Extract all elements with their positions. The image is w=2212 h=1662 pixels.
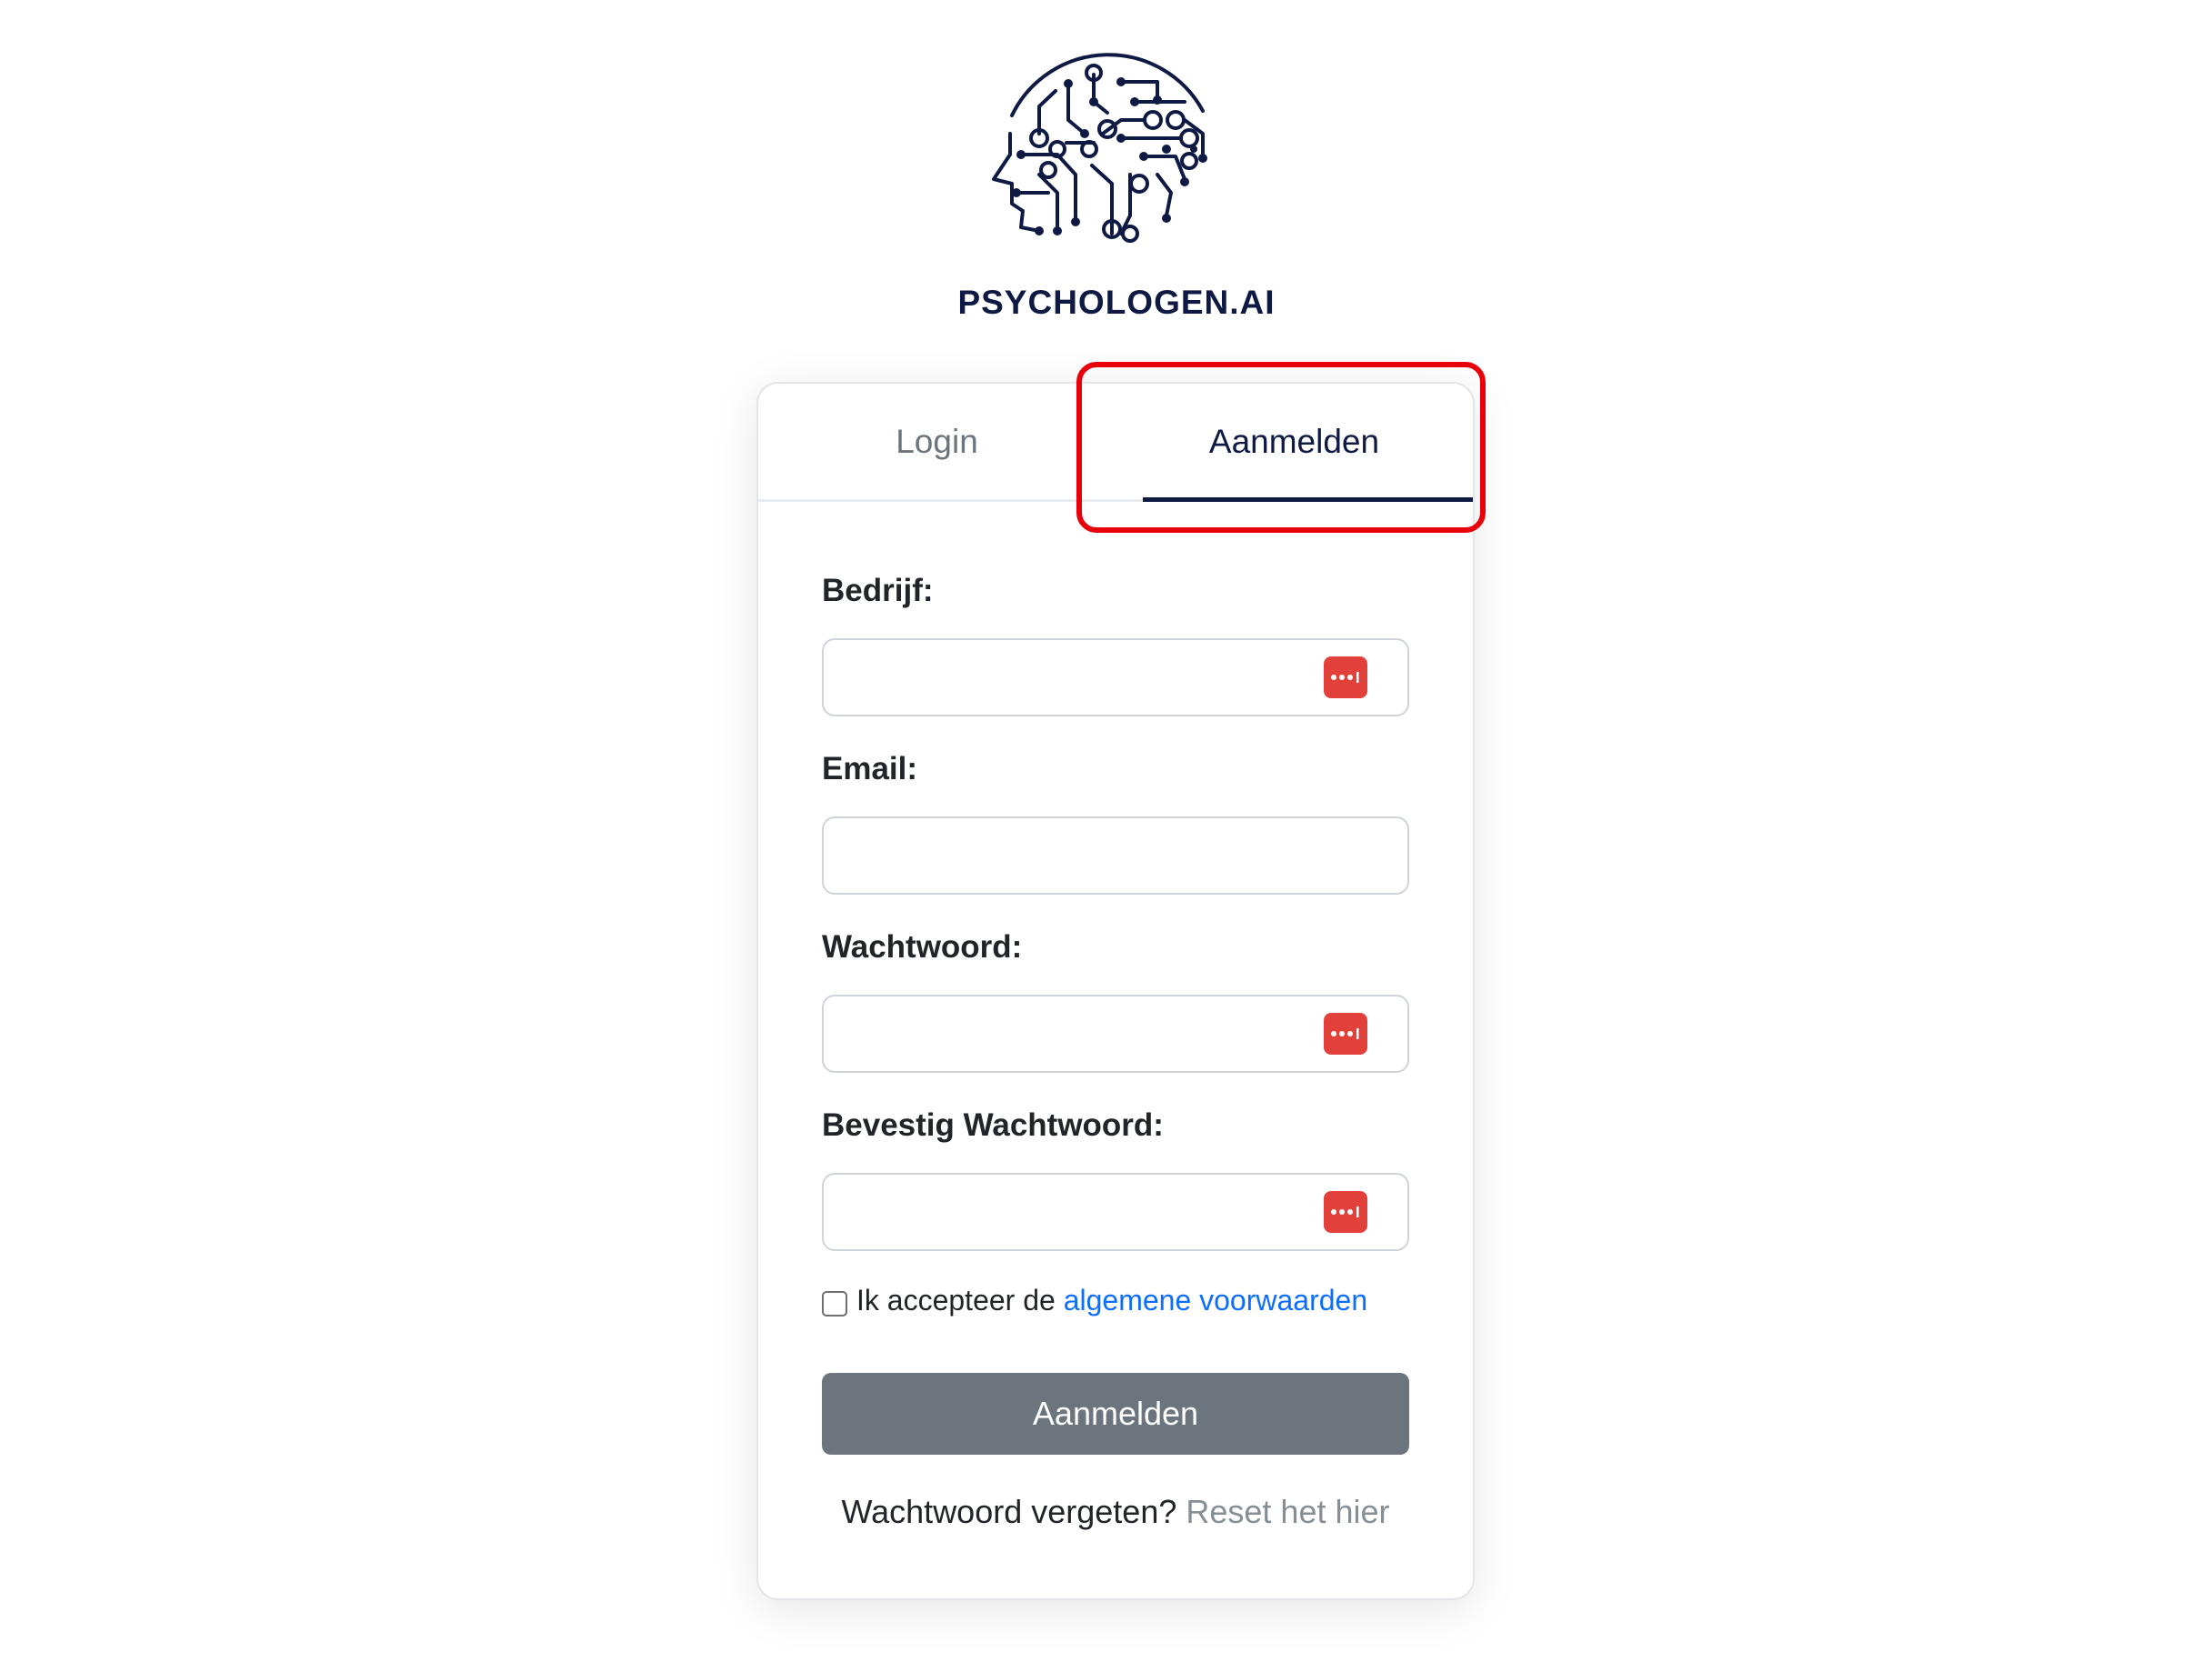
reset-password-link[interactable]: Reset het hier	[1186, 1493, 1389, 1530]
password-manager-icon[interactable]	[1324, 1191, 1367, 1233]
terms-checkbox[interactable]	[822, 1291, 847, 1317]
company-field[interactable]	[822, 638, 1409, 716]
confirm-password-label: Bevestig Wachtwoord:	[822, 1107, 1164, 1143]
terms-text: Ik accepteer de	[856, 1284, 1056, 1317]
email-label: Email:	[822, 751, 918, 786]
forgot-password-text: Wachtwoord vergeten?	[841, 1493, 1177, 1530]
tab-login[interactable]: Login	[758, 384, 1116, 499]
password-field[interactable]	[822, 995, 1409, 1073]
auth-card: Login Aanmelden Bedrijf: Email: Wachtwoo…	[756, 382, 1475, 1600]
email-field[interactable]	[822, 816, 1409, 895]
forgot-password-row: Wachtwoord vergeten? Reset het hier	[758, 1493, 1473, 1531]
terms-link[interactable]: algemene voorwaarden	[1064, 1284, 1367, 1317]
terms-text-row: Ik accepteer de algemene voorwaarden	[856, 1284, 1367, 1317]
dots-icon	[1331, 1028, 1359, 1039]
password-manager-icon[interactable]	[1324, 656, 1367, 698]
dots-icon	[1331, 1206, 1359, 1217]
dots-icon	[1331, 672, 1359, 683]
auth-tabs: Login Aanmelden	[758, 384, 1473, 502]
tab-register[interactable]: Aanmelden	[1116, 384, 1473, 502]
register-submit-button[interactable]: Aanmelden	[822, 1373, 1409, 1455]
brand-name: PSYCHOLOGEN.AI	[957, 284, 1276, 321]
page: PSYCHOLOGEN.AI Login Aanmelden Bedrijf: …	[0, 0, 2212, 1662]
brain-circuit-logo-icon	[992, 53, 1207, 243]
password-manager-icon[interactable]	[1324, 1013, 1367, 1055]
password-label: Wachtwoord:	[822, 929, 1023, 965]
company-label: Bedrijf:	[822, 573, 934, 608]
confirm-password-field[interactable]	[822, 1173, 1409, 1251]
